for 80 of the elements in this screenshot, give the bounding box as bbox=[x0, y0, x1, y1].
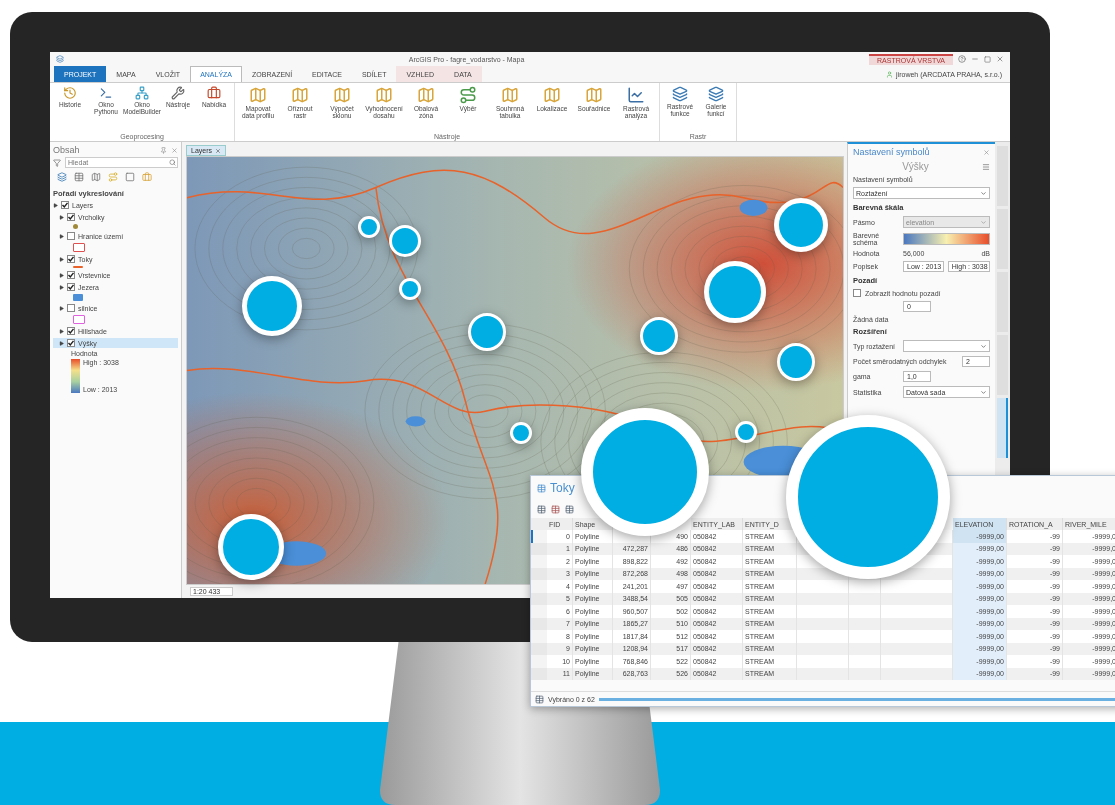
table-icon[interactable] bbox=[565, 504, 574, 514]
table-cell bbox=[881, 655, 953, 668]
window-title: Toky bbox=[550, 481, 575, 495]
checkbox[interactable] bbox=[67, 283, 75, 291]
pane-title: Nastavení symbolů bbox=[853, 147, 930, 157]
chevron-down-icon bbox=[980, 342, 987, 350]
checkbox[interactable] bbox=[67, 213, 75, 221]
map-icon bbox=[375, 86, 393, 104]
close-icon[interactable] bbox=[171, 146, 178, 154]
menu-icon[interactable] bbox=[982, 162, 990, 171]
caret-icon[interactable] bbox=[59, 256, 64, 262]
table-cell bbox=[797, 655, 849, 668]
history-icon bbox=[63, 86, 77, 100]
route-icon[interactable] bbox=[108, 172, 118, 182]
map-icon bbox=[543, 86, 561, 104]
table-cell bbox=[797, 580, 849, 593]
close-icon[interactable] bbox=[996, 55, 1004, 63]
checkbox[interactable] bbox=[67, 327, 75, 335]
pane-title: Obsah bbox=[53, 145, 80, 155]
checkbox[interactable] bbox=[67, 304, 75, 312]
pin-icon[interactable] bbox=[160, 146, 167, 154]
table-cell bbox=[881, 580, 953, 593]
table-icon[interactable] bbox=[551, 504, 560, 514]
map-icon bbox=[333, 86, 351, 104]
route-icon bbox=[459, 86, 477, 104]
layers-icon[interactable] bbox=[57, 172, 67, 182]
map-icon bbox=[417, 86, 435, 104]
help-icon[interactable] bbox=[958, 55, 966, 63]
user-icon bbox=[886, 70, 894, 78]
map-icon bbox=[291, 86, 309, 104]
side-tab[interactable] bbox=[997, 398, 1008, 458]
briefcase-icon bbox=[207, 86, 221, 100]
table-icon bbox=[537, 483, 546, 493]
layers-icon bbox=[708, 86, 724, 102]
square-icon[interactable] bbox=[125, 172, 135, 182]
diagram-icon bbox=[135, 86, 149, 100]
table-cell bbox=[849, 630, 881, 643]
table-cell bbox=[881, 605, 953, 618]
checkbox[interactable] bbox=[67, 339, 75, 347]
filter-icon[interactable] bbox=[53, 158, 61, 167]
checkbox[interactable] bbox=[853, 289, 861, 297]
checkbox[interactable] bbox=[67, 232, 75, 240]
table-icon[interactable] bbox=[535, 694, 544, 704]
scrollbar[interactable] bbox=[598, 697, 1115, 701]
checkbox[interactable] bbox=[67, 255, 75, 263]
checkbox[interactable] bbox=[61, 201, 69, 209]
line-chart-icon bbox=[627, 86, 645, 104]
app-icon bbox=[56, 55, 64, 63]
dropdown[interactable] bbox=[903, 340, 990, 352]
table-cell bbox=[797, 605, 849, 618]
table-cell bbox=[849, 580, 881, 593]
checkbox[interactable] bbox=[67, 271, 75, 279]
layer-name: Výšky bbox=[902, 161, 929, 172]
map-icon[interactable] bbox=[91, 172, 101, 182]
table-cell bbox=[849, 605, 881, 618]
briefcase-icon[interactable] bbox=[142, 172, 152, 182]
caret-icon[interactable] bbox=[59, 305, 64, 311]
chevron-down-icon bbox=[980, 189, 987, 197]
terminal-icon bbox=[99, 86, 113, 100]
wrench-icon bbox=[171, 86, 185, 100]
table-cell bbox=[849, 655, 881, 668]
chevron-down-icon bbox=[980, 218, 987, 226]
row-selector[interactable] bbox=[531, 530, 547, 543]
table-icon[interactable] bbox=[537, 504, 546, 514]
close-icon[interactable] bbox=[983, 148, 990, 156]
map-icon bbox=[585, 86, 603, 104]
chevron-down-icon bbox=[980, 388, 987, 396]
maximize-icon[interactable] bbox=[984, 55, 991, 63]
layers-icon bbox=[672, 86, 688, 102]
color-ramp bbox=[71, 359, 80, 393]
map-icon bbox=[501, 86, 519, 104]
color-scheme-dropdown[interactable] bbox=[903, 233, 990, 245]
search-icon[interactable] bbox=[169, 159, 176, 166]
map-icon bbox=[249, 86, 267, 104]
table-cell bbox=[797, 630, 849, 643]
caret-icon[interactable] bbox=[59, 233, 64, 239]
close-icon[interactable] bbox=[215, 147, 221, 154]
table-cell bbox=[881, 630, 953, 643]
table-icon[interactable] bbox=[74, 172, 84, 182]
minimize-icon[interactable] bbox=[971, 55, 979, 63]
